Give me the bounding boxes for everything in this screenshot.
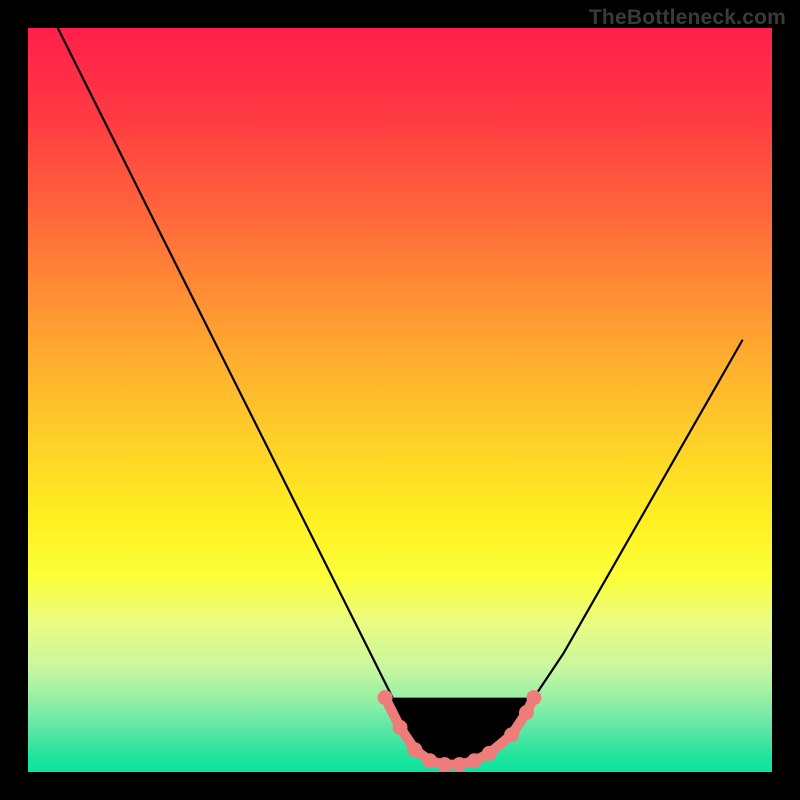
highlight-dot <box>378 691 392 705</box>
curve-svg <box>28 28 772 772</box>
highlight-dot <box>505 728 519 742</box>
bottleneck-curve <box>58 28 742 765</box>
watermark-label: TheBottleneck.com <box>589 6 786 30</box>
highlight-dot <box>527 691 541 705</box>
highlight-dot <box>438 758 452 772</box>
chart-frame: TheBottleneck.com <box>0 0 800 800</box>
highlight-dot <box>408 743 422 757</box>
highlight-dot <box>393 720 407 734</box>
plot-area <box>28 28 772 772</box>
marker-group <box>378 691 541 772</box>
highlight-dot <box>467 754 481 768</box>
highlight-dot <box>482 746 496 760</box>
highlight-dot <box>520 706 534 720</box>
highlight-dot <box>423 754 437 768</box>
highlight-dot <box>453 758 467 772</box>
